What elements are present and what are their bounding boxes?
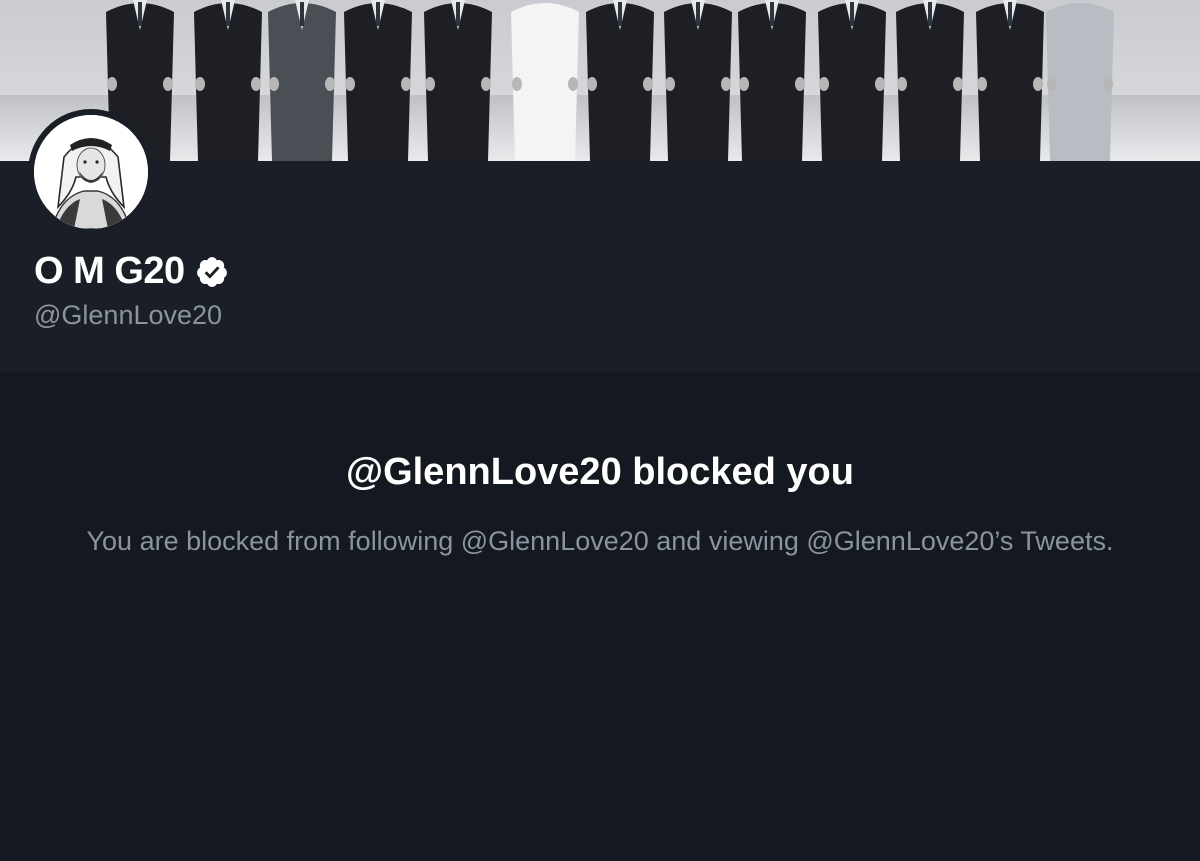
blocked-title: @GlennLove20 blocked you — [346, 451, 854, 493]
profile-handle: @GlennLove20 — [34, 300, 223, 330]
header-banner-image[interactable] — [0, 0, 1200, 161]
display-name-row: O M G20 — [34, 250, 229, 293]
verified-badge-icon — [195, 255, 229, 289]
profile-avatar[interactable] — [28, 109, 154, 235]
blocked-message: You are blocked from following @GlennLov… — [86, 526, 1114, 556]
display-name: O M G20 — [34, 250, 185, 292]
group-photo-illustration — [0, 0, 1200, 161]
blocked-notice: @GlennLove20 blocked you You are blocked… — [0, 373, 1200, 861]
avatar-image — [34, 115, 148, 229]
